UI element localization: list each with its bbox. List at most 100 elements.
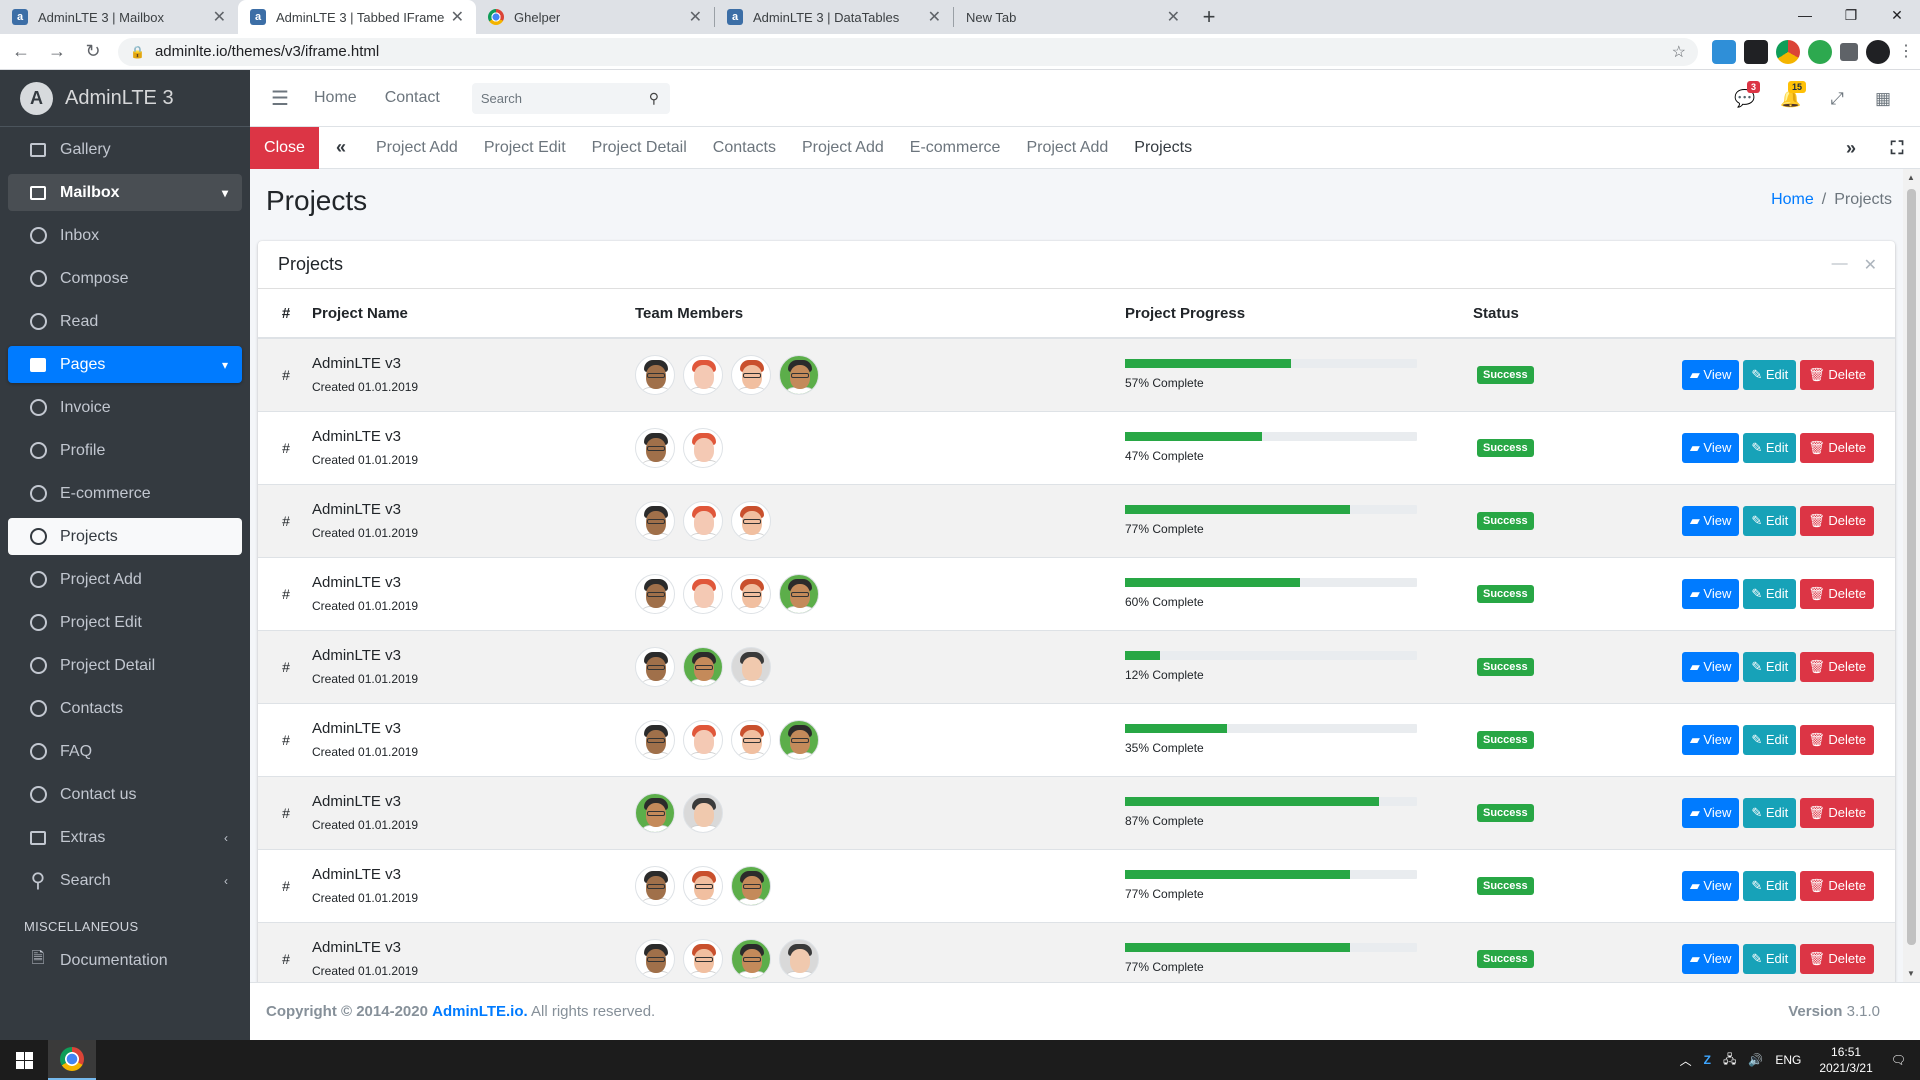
sidebar-item-documentation[interactable]: 🗎 Documentation: [8, 942, 242, 979]
team-member-avatar[interactable]: [635, 865, 675, 906]
expand-icon[interactable]: ⛶: [1874, 138, 1920, 159]
project-name[interactable]: AdminLTE v3: [312, 428, 635, 445]
project-name[interactable]: AdminLTE v3: [312, 793, 635, 810]
view-button[interactable]: ▰ View: [1681, 505, 1740, 536]
team-member-avatar[interactable]: [731, 646, 771, 687]
team-member-avatar[interactable]: [731, 500, 771, 541]
delete-button[interactable]: 🗑 Delete: [1800, 578, 1874, 609]
sidebar-item-project-add[interactable]: Project Add: [8, 561, 242, 598]
messages-icon[interactable]: 💬 3: [1722, 80, 1768, 109]
team-member-avatar[interactable]: [683, 865, 723, 906]
clock[interactable]: 16:51 2021/3/21: [1819, 1044, 1872, 1076]
browser-tab[interactable]: a AdminLTE 3 | Tabbed IFrames ✕: [238, 0, 476, 34]
scrollbar-thumb[interactable]: [1907, 189, 1916, 945]
close-tab-icon[interactable]: ✕: [213, 7, 226, 27]
brand-link[interactable]: A AdminLTE 3: [0, 70, 250, 127]
bookmark-star-icon[interactable]: ☆: [1672, 42, 1686, 62]
remove-icon[interactable]: ✕: [1864, 255, 1877, 275]
project-name[interactable]: AdminLTE v3: [312, 720, 635, 737]
forward-icon[interactable]: →: [42, 37, 72, 67]
browser-tab[interactable]: a AdminLTE 3 | DataTables ✕: [715, 0, 953, 34]
team-member-avatar[interactable]: [731, 865, 771, 906]
control-sidebar-icon[interactable]: ▦: [1860, 89, 1906, 109]
edit-button[interactable]: ✎ Edit: [1743, 505, 1797, 536]
delete-button[interactable]: 🗑 Delete: [1800, 943, 1874, 974]
close-window-icon[interactable]: ✕: [1874, 0, 1920, 30]
browser-tab[interactable]: New Tab ✕: [954, 0, 1192, 34]
view-button[interactable]: ▰ View: [1681, 943, 1740, 974]
browser-tab[interactable]: a AdminLTE 3 | Mailbox ✕: [0, 0, 238, 34]
content-scrollbar[interactable]: ▲ ▼: [1903, 169, 1920, 982]
team-member-avatar[interactable]: [635, 938, 675, 979]
sidebar-item-invoice[interactable]: Invoice: [8, 389, 242, 426]
iframe-tab[interactable]: Project Add: [1013, 139, 1121, 157]
team-member-avatar[interactable]: [683, 500, 723, 541]
iframe-tab[interactable]: Contacts: [700, 139, 789, 157]
project-name[interactable]: AdminLTE v3: [312, 355, 635, 372]
search-icon[interactable]: ⚲: [638, 90, 670, 107]
view-button[interactable]: ▰ View: [1681, 870, 1740, 901]
iframe-tab[interactable]: Projects: [1121, 139, 1205, 157]
extension-icon[interactable]: [1808, 39, 1832, 64]
menu-kebab-icon[interactable]: ⋮: [1898, 40, 1914, 64]
close-tab-icon[interactable]: ✕: [1167, 7, 1180, 27]
edit-button[interactable]: ✎ Edit: [1743, 432, 1797, 463]
close-tab-icon[interactable]: ✕: [689, 7, 702, 27]
team-member-avatar[interactable]: [779, 354, 819, 395]
view-button[interactable]: ▰ View: [1681, 651, 1740, 682]
close-tab-icon[interactable]: ✕: [451, 7, 464, 27]
sidebar-item-project-edit[interactable]: Project Edit: [8, 604, 242, 641]
team-member-avatar[interactable]: [731, 719, 771, 760]
navbar-search-input[interactable]: Search ⚲: [471, 82, 670, 114]
delete-button[interactable]: 🗑 Delete: [1800, 432, 1874, 463]
delete-button[interactable]: 🗑 Delete: [1800, 359, 1874, 390]
notifications-bell-icon[interactable]: 🔔 15: [1768, 80, 1814, 109]
new-tab-icon[interactable]: +: [1192, 0, 1226, 34]
breadcrumb-home[interactable]: Home: [1771, 191, 1814, 208]
sidebar-item-contact-us[interactable]: Contact us: [8, 776, 242, 813]
view-button[interactable]: ▰ View: [1681, 724, 1740, 755]
extension-icon[interactable]: [1712, 39, 1736, 64]
team-member-avatar[interactable]: [683, 792, 723, 833]
edit-button[interactable]: ✎ Edit: [1743, 359, 1797, 390]
collapse-icon[interactable]: —: [1832, 255, 1848, 275]
project-name[interactable]: AdminLTE v3: [312, 866, 635, 883]
view-button[interactable]: ▰ View: [1681, 432, 1740, 463]
sidebar-item-profile[interactable]: Profile: [8, 432, 242, 469]
sidebar-item-compose[interactable]: Compose: [8, 260, 242, 297]
nav-link-home[interactable]: Home: [314, 89, 357, 107]
sidebar-item-e-commerce[interactable]: E-commerce: [8, 475, 242, 512]
profile-avatar[interactable]: [1866, 39, 1890, 64]
close-tab-icon[interactable]: ✕: [928, 7, 941, 27]
team-member-avatar[interactable]: [635, 500, 675, 541]
edit-button[interactable]: ✎ Edit: [1743, 797, 1797, 828]
project-name[interactable]: AdminLTE v3: [312, 647, 635, 664]
delete-button[interactable]: 🗑 Delete: [1800, 724, 1874, 755]
team-member-avatar[interactable]: [683, 354, 723, 395]
team-member-avatar[interactable]: [731, 938, 771, 979]
footer-brand-link[interactable]: AdminLTE.io.: [432, 1003, 528, 1020]
delete-button[interactable]: 🗑 Delete: [1800, 870, 1874, 901]
nav-link-contact[interactable]: Contact: [385, 89, 440, 107]
close-tabs-button[interactable]: Close: [250, 126, 319, 169]
sidebar-item-search[interactable]: ⚲ Search ‹: [8, 862, 242, 899]
iframe-tab[interactable]: Project Detail: [579, 139, 700, 157]
extension-icon[interactable]: [1744, 39, 1768, 64]
sidebar-item-extras[interactable]: Extras ‹: [8, 819, 242, 856]
team-member-avatar[interactable]: [635, 646, 675, 687]
team-member-avatar[interactable]: [683, 427, 723, 468]
team-member-avatar[interactable]: [779, 573, 819, 614]
scroll-left-icon[interactable]: «: [319, 137, 363, 158]
project-name[interactable]: AdminLTE v3: [312, 501, 635, 518]
sidebar-item-contacts[interactable]: Contacts: [8, 690, 242, 727]
network-icon[interactable]: 🖧: [1723, 1050, 1736, 1071]
team-member-avatar[interactable]: [683, 646, 723, 687]
team-member-avatar[interactable]: [731, 573, 771, 614]
language-indicator[interactable]: ENG: [1775, 1053, 1801, 1067]
team-member-avatar[interactable]: [779, 938, 819, 979]
team-member-avatar[interactable]: [683, 573, 723, 614]
tray-chevron-icon[interactable]: ︿: [1680, 1052, 1692, 1069]
edit-button[interactable]: ✎ Edit: [1743, 943, 1797, 974]
view-button[interactable]: ▰ View: [1681, 578, 1740, 609]
scroll-down-arrow-icon[interactable]: ▼: [1907, 969, 1915, 978]
